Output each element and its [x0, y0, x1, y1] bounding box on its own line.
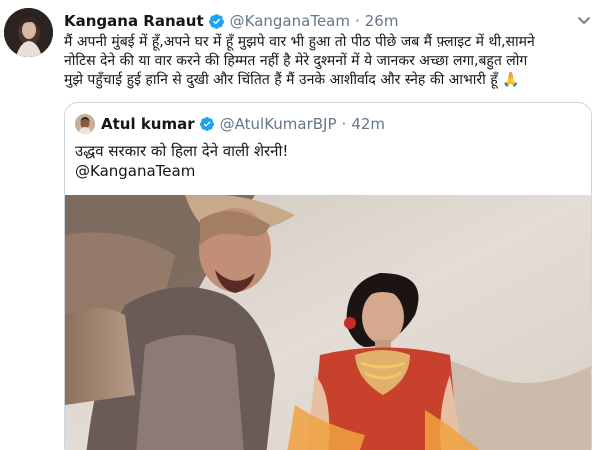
- quoted-tweet-text: उद्धव सरकार को हिला देने वाली शेरनी! @Ka…: [75, 141, 288, 181]
- quoted-author-handle[interactable]: @AtulKumarBJP: [220, 115, 337, 133]
- tweet-text-line: नोटिस देने की या वार करने की हिम्मत नहीं…: [64, 53, 528, 69]
- quoted-timestamp[interactable]: 42m: [351, 115, 385, 133]
- quoted-tweet-image[interactable]: [65, 195, 591, 450]
- quoted-tweet-card[interactable]: Atul kumar @AtulKumarBJP · 42m उद्धव सरक…: [64, 102, 592, 450]
- quoted-mention-link[interactable]: @KanganaTeam: [75, 161, 288, 181]
- chevron-down-icon[interactable]: [576, 12, 592, 28]
- timestamp[interactable]: 26m: [365, 12, 399, 30]
- author-name[interactable]: Kangana Ranaut: [64, 12, 204, 30]
- author-avatar[interactable]: [4, 8, 53, 57]
- verified-badge-icon: [208, 13, 224, 29]
- tweet: Kangana Ranaut @KanganaTeam · 26m मैं अप…: [0, 0, 600, 450]
- separator-dot: ·: [354, 12, 360, 30]
- tweet-text: मैं अपनी मुंबई में हूँ,अपने घर में हूँ म…: [64, 33, 594, 90]
- quoted-tweet-text-line: उद्धव सरकार को हिला देने वाली शेरनी!: [75, 142, 289, 160]
- author-handle[interactable]: @KanganaTeam: [230, 12, 350, 30]
- tweet-text-line: मैं अपनी मुंबई में हूँ,अपने घर में हूँ म…: [64, 34, 535, 50]
- separator-dot: ·: [341, 115, 347, 133]
- tweet-text-line: मुझे पहुँचाई हुई हानि से दुखी और चिंतित …: [64, 72, 520, 88]
- verified-badge-icon: [199, 117, 214, 131]
- quoted-tweet-header: Atul kumar @AtulKumarBJP · 42m: [75, 113, 385, 135]
- quoted-author-name[interactable]: Atul kumar: [101, 115, 195, 133]
- quoted-author-avatar[interactable]: [75, 114, 95, 134]
- tweet-header: Kangana Ranaut @KanganaTeam · 26m: [64, 10, 398, 32]
